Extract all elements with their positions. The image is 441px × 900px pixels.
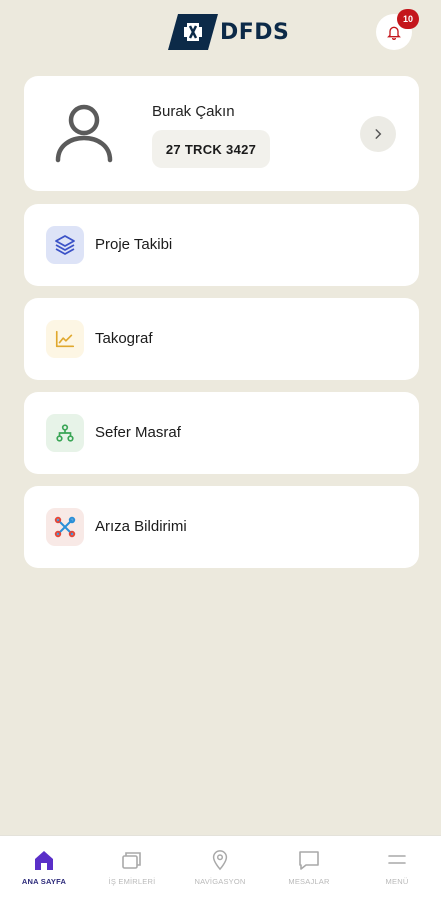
vehicle-plate: 27 TRCK 3427 [152,130,270,168]
tab-ana-sayfa[interactable]: ANA SAYFA [0,836,88,900]
tab-label: MENÜ [385,877,409,886]
tab-menu[interactable]: MENÜ [353,836,441,900]
location-pin-icon [212,850,228,871]
logo-text: DFDS [220,19,290,45]
tab-label: İŞ EMİRLERİ [108,877,156,886]
home-icon [35,851,53,870]
menu-item-proje-takibi[interactable]: Proje Takibi [24,204,419,286]
tools-icon [46,508,84,546]
app-header: DFDS 10 [0,0,441,66]
hierarchy-icon [46,414,84,452]
chat-icon [299,851,319,870]
notification-badge: 10 [397,9,419,29]
menu-item-ariza-bildirimi[interactable]: Arıza Bildirimi [24,486,419,568]
dfds-logo-mark-icon [168,14,218,50]
tab-label: MESAJLAR [288,877,330,886]
tab-navigasyon[interactable]: NAVİGASYON [176,836,264,900]
profile-detail-button[interactable] [360,116,396,152]
bottom-tab-bar: ANA SAYFA İŞ EMİRLERİ NAVİGASYON MESAJLA… [0,835,441,900]
line-chart-icon [46,320,84,358]
cards-icon [122,852,141,869]
tab-mesajlar[interactable]: MESAJLAR [265,836,353,900]
tab-label: ANA SAYFA [21,877,67,886]
user-avatar-icon [55,104,113,163]
menu-item-label: Proje Takibi [95,236,173,253]
dfds-logo: DFDS [168,14,289,50]
tab-label: NAVİGASYON [194,877,246,886]
menu-item-takograf[interactable]: Takograf [24,298,419,380]
menu-item-label: Arıza Bildirimi [95,518,187,535]
menu-item-label: Takograf [95,330,153,347]
tab-is-emirleri[interactable]: İŞ EMİRLERİ [88,836,176,900]
hamburger-icon [388,855,406,864]
chevron-right-icon [375,129,382,139]
menu-item-sefer-masraf[interactable]: Sefer Masraf [24,392,419,474]
layers-icon [46,226,84,264]
profile-card[interactable]: Burak Çakın 27 TRCK 3427 [24,76,419,191]
menu-item-label: Sefer Masraf [95,424,181,441]
profile-name: Burak Çakın [152,103,235,120]
